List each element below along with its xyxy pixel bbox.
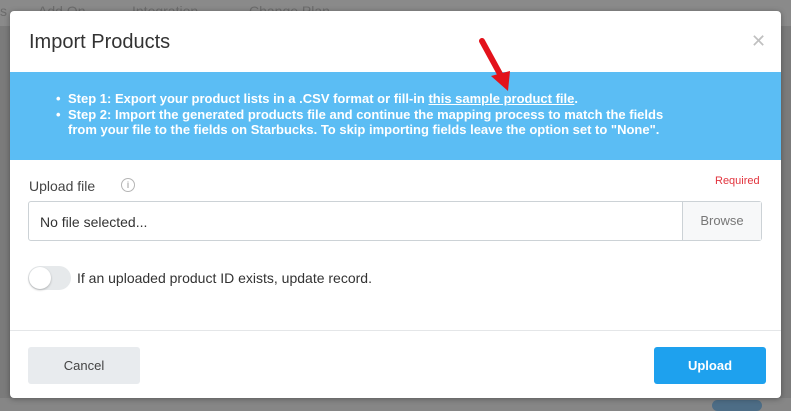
import-products-dialog: Import Products ✕ Step 1: Export your pr… <box>10 11 781 398</box>
browse-button[interactable]: Browse <box>682 202 761 240</box>
required-indicator: Required <box>715 175 760 187</box>
upload-file-label: Upload file <box>29 178 96 194</box>
background-toggle <box>712 400 762 411</box>
info-icon[interactable]: i <box>121 178 135 192</box>
update-record-label: If an uploaded product ID exists, update… <box>77 270 372 286</box>
background-content <box>0 398 791 411</box>
step-1-text: Step 1: Export your product lists in a .… <box>56 91 663 107</box>
dialog-title: Import Products <box>29 31 171 53</box>
close-icon[interactable]: ✕ <box>751 31 766 52</box>
dialog-header: Import Products ✕ <box>10 11 781 72</box>
instructions-banner: Step 1: Export your product lists in a .… <box>10 72 781 160</box>
upload-button[interactable]: Upload <box>654 347 766 384</box>
file-input-value: No file selected... <box>40 214 148 230</box>
update-record-toggle[interactable] <box>28 266 71 290</box>
step-2-text: Step 2: Import the generated products fi… <box>56 107 663 138</box>
sample-file-link[interactable]: this sample product file <box>428 91 574 106</box>
cancel-button[interactable]: Cancel <box>28 347 140 384</box>
background-tab: s <box>0 3 7 19</box>
toggle-knob <box>29 267 51 289</box>
red-arrow-annotation <box>479 38 510 91</box>
dialog-footer: Cancel Upload <box>10 330 781 398</box>
file-input[interactable]: No file selected... Browse <box>28 201 762 241</box>
